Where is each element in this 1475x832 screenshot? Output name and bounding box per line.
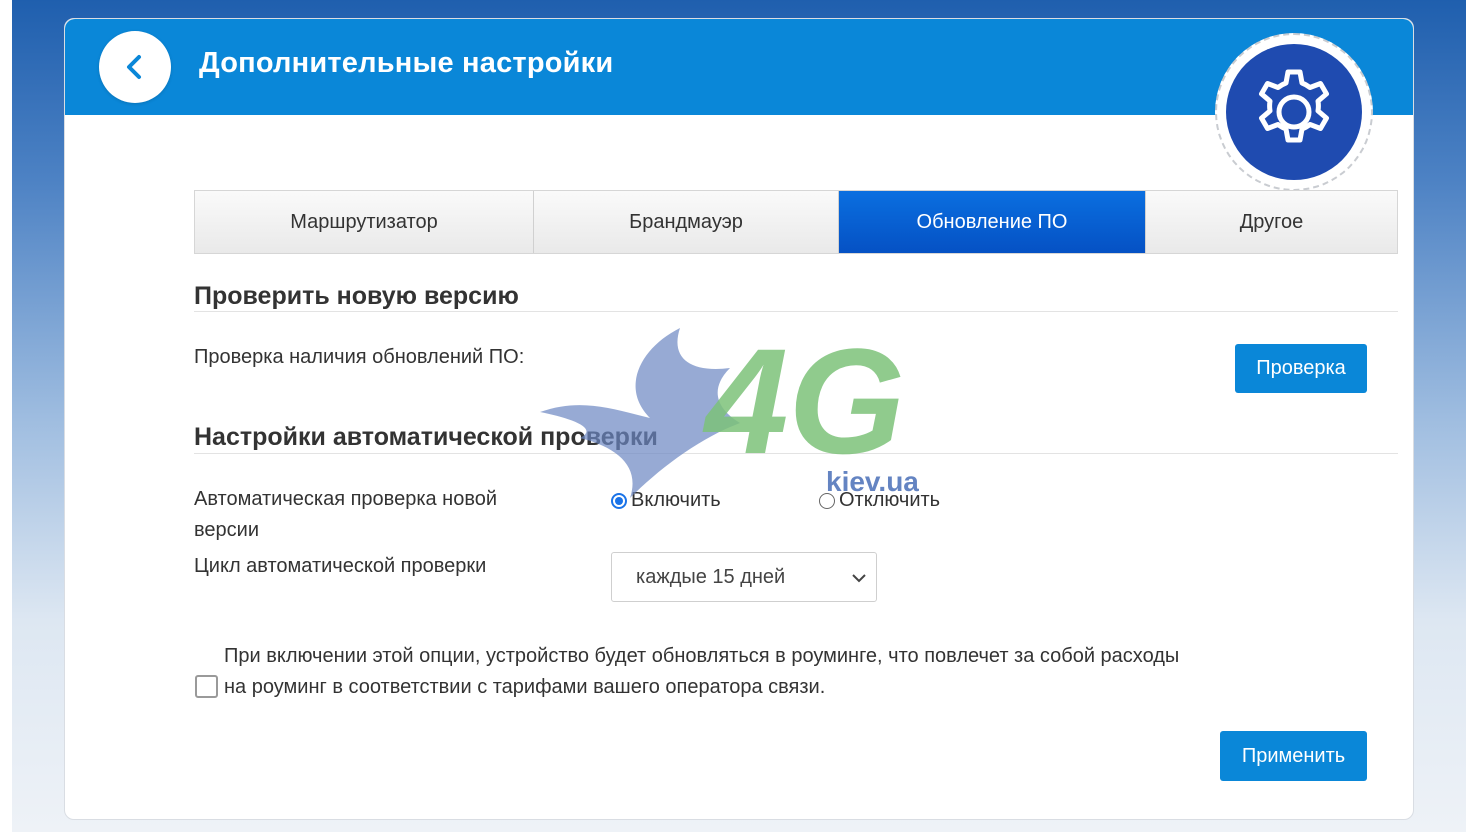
tab-other[interactable]: Другое [1146,191,1397,253]
roaming-note: При включении этой опции, устройство буд… [224,645,1180,698]
header-bar: Дополнительные настройки [65,19,1413,115]
divider [194,453,1398,454]
check-update-label: Проверка наличия обновлений ПО: [194,346,525,368]
tab-router[interactable]: Маршрутизатор [195,191,534,253]
tab-firmware-update[interactable]: Обновление ПО [839,191,1146,253]
radio-enable[interactable]: Включить [611,489,721,512]
settings-badge [1215,33,1373,191]
roaming-checkbox[interactable] [195,675,218,698]
auto-section-title: Настройки автоматической проверки [194,423,658,451]
chevron-left-icon [127,55,141,79]
tab-firewall[interactable]: Брандмауэр [534,191,839,253]
apply-button[interactable]: Применить [1220,731,1367,781]
back-button[interactable] [99,31,171,103]
check-section-title: Проверить новую версию [194,282,519,310]
cycle-select[interactable]: каждые 15 дней [611,552,877,602]
divider [194,311,1398,312]
radio-disable-dot[interactable] [819,492,835,509]
right-edge [1466,0,1475,832]
page-title: Дополнительные настройки [199,47,614,79]
left-edge [0,0,12,832]
gear-icon [1259,69,1329,143]
tab-bar: Маршрутизатор Брандмауэр Обновление ПО Д… [194,190,1398,254]
auto-check-label: Автоматическая проверка новой версии [194,488,498,541]
radio-disable[interactable]: Отключить [819,489,940,512]
cycle-label: Цикл автоматической проверки [194,555,487,577]
settings-card: Дополнительные настройки Маршрутизатор Б… [64,18,1414,820]
check-button[interactable]: Проверка [1235,344,1367,393]
chevron-down-icon [852,574,866,583]
radio-enable-dot[interactable] [611,492,627,509]
